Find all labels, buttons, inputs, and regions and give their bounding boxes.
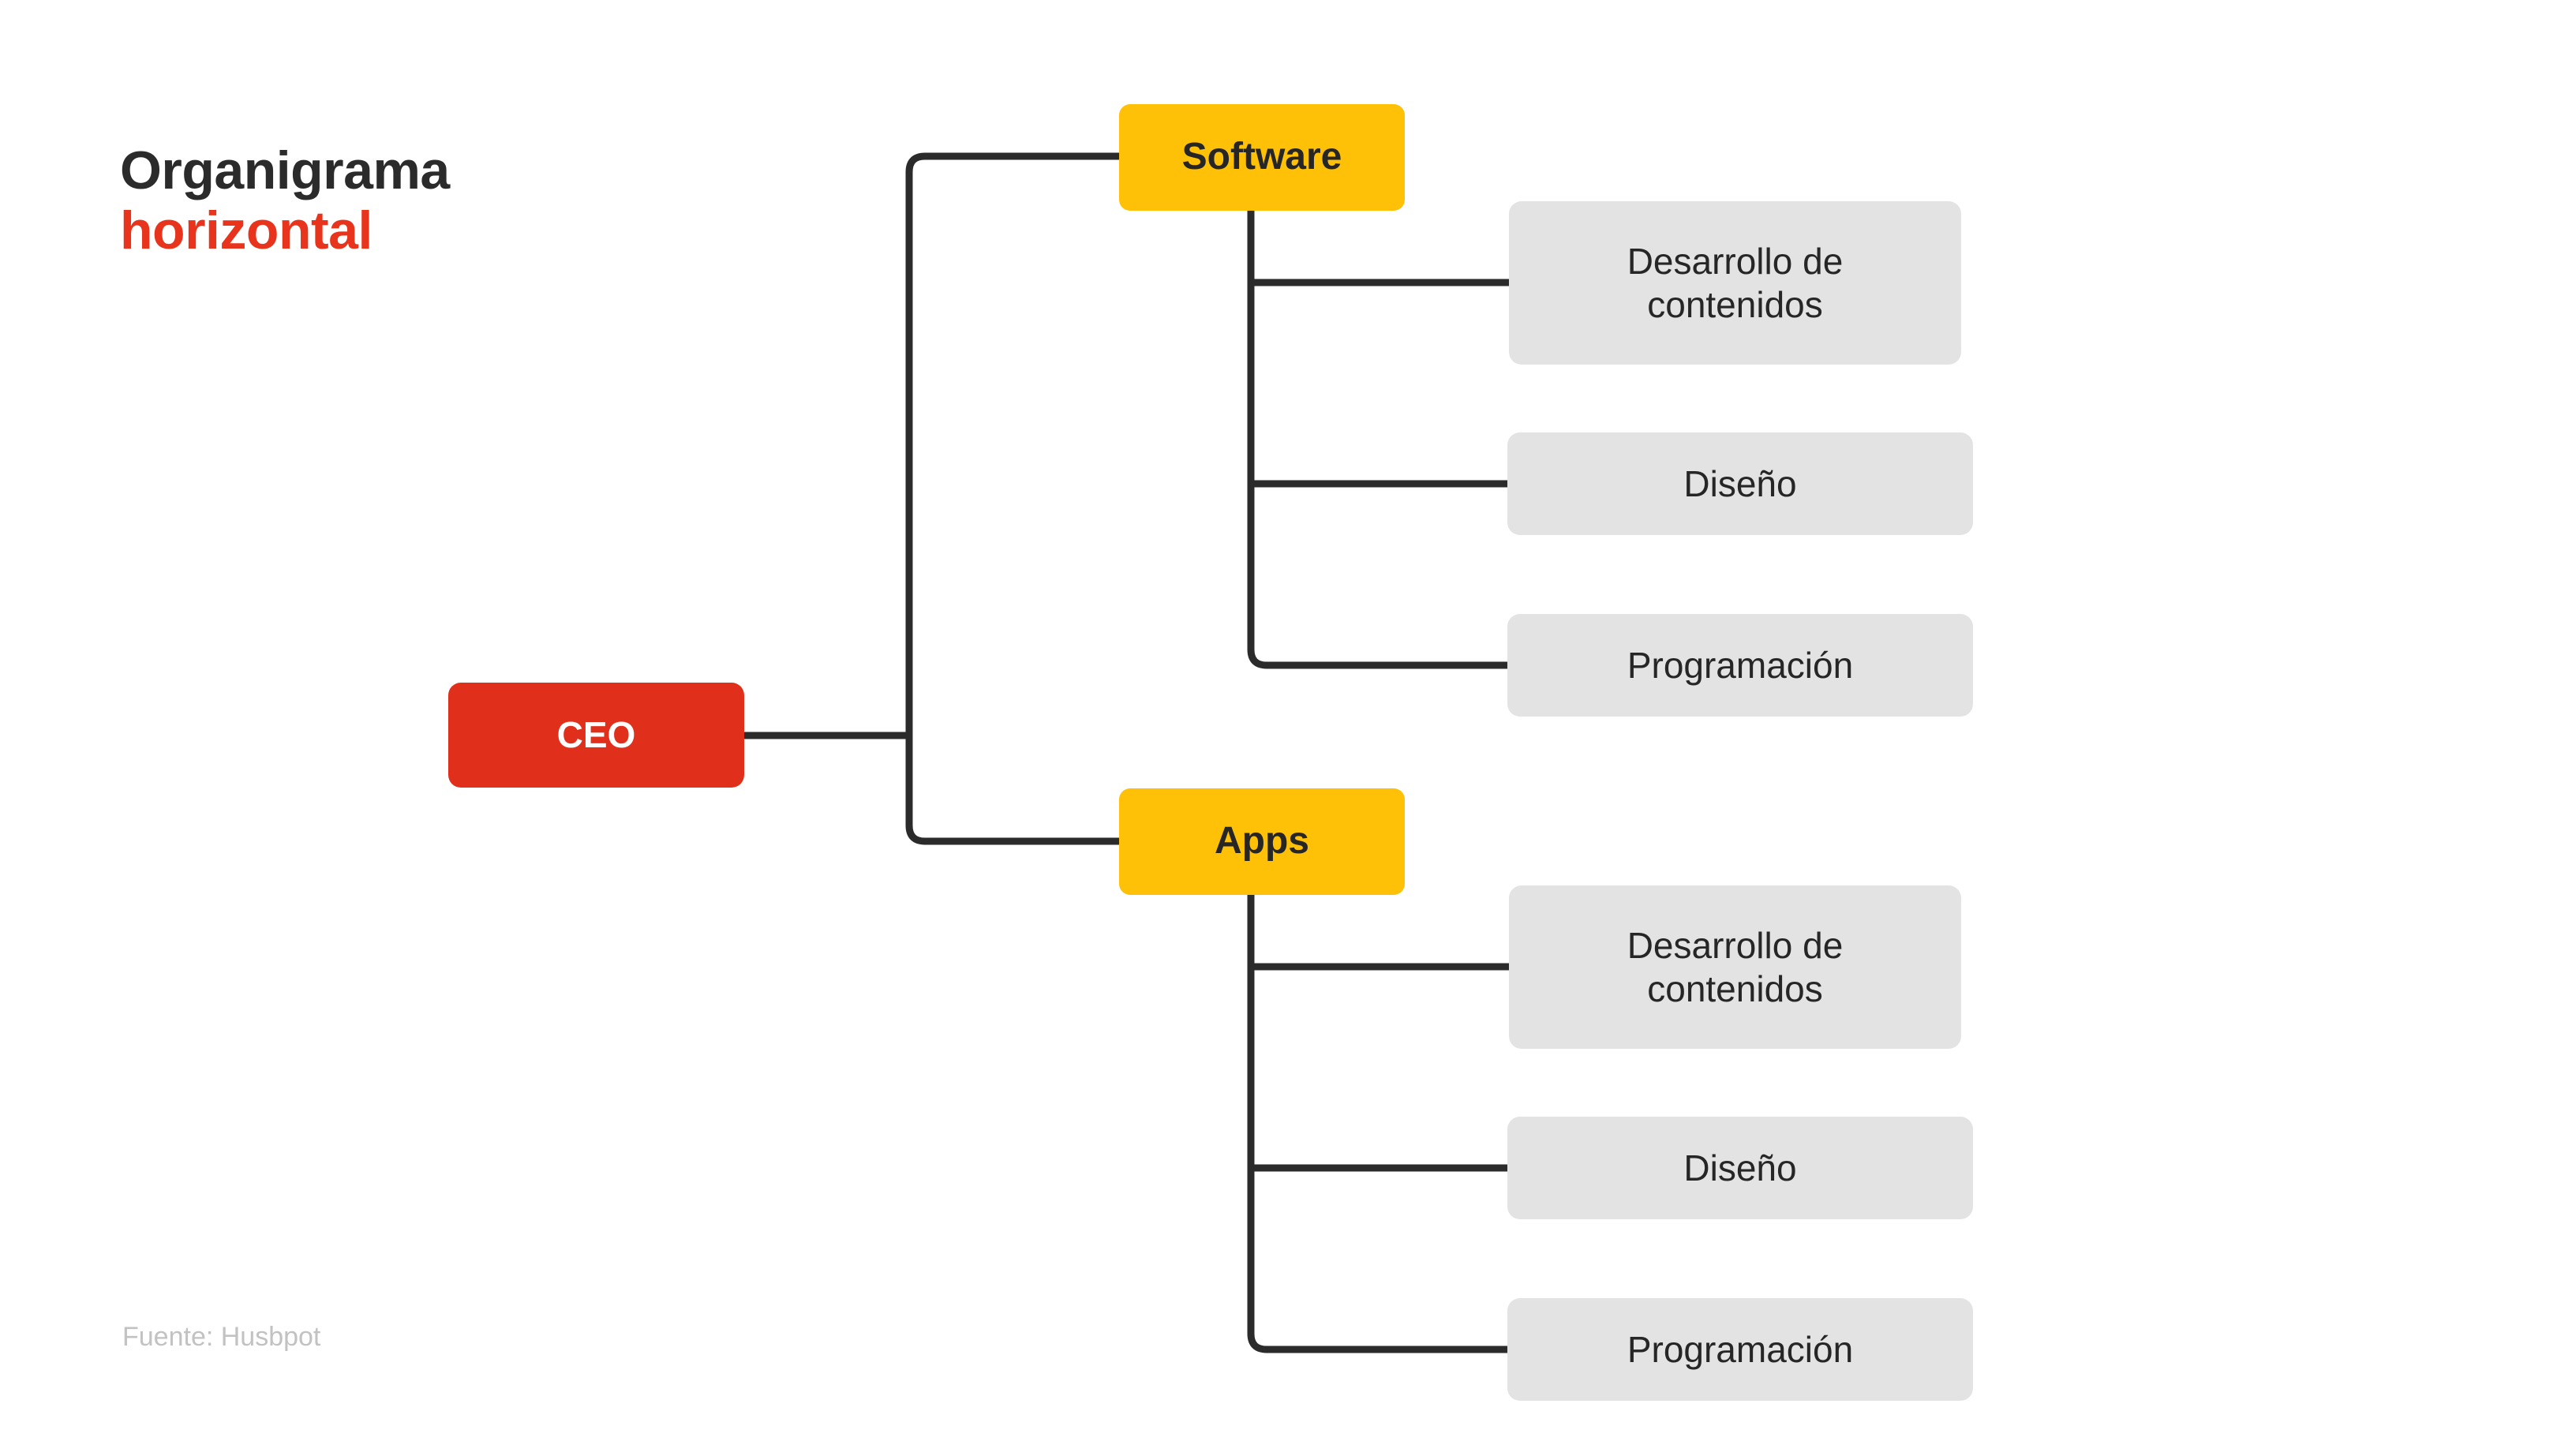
node-ceo[interactable]: CEO: [448, 683, 744, 788]
node-apps-programacion[interactable]: Programación: [1507, 1298, 1973, 1401]
node-software-desarrollo-label: Desarrollo de contenidos: [1627, 240, 1844, 326]
connector-trunk-branches: [905, 152, 1119, 845]
label-line-2: contenidos: [1647, 968, 1823, 1009]
node-software-desarrollo[interactable]: Desarrollo de contenidos: [1509, 201, 1961, 365]
node-ceo-label: CEO: [556, 714, 636, 756]
node-apps-label: Apps: [1215, 820, 1309, 863]
node-software[interactable]: Software: [1119, 104, 1405, 211]
source-note: Fuente: Husbpot: [122, 1322, 321, 1352]
node-software-programacion-label: Programación: [1627, 644, 1854, 686]
node-apps-desarrollo-label: Desarrollo de contenidos: [1627, 924, 1844, 1010]
org-chart-canvas: Organigrama horizontal CEO Software Desa…: [0, 0, 2557, 1456]
title-line-accent: horizontal: [120, 200, 373, 261]
page-title: Organigrama horizontal: [120, 140, 830, 260]
connector-apps-spine: [1247, 895, 1509, 1353]
node-apps-desarrollo[interactable]: Desarrollo de contenidos: [1509, 885, 1961, 1049]
label-line-1: Desarrollo de: [1627, 925, 1844, 967]
node-apps-programacion-label: Programación: [1627, 1328, 1854, 1370]
node-apps-diseno-label: Diseño: [1683, 1147, 1797, 1188]
node-software-diseno[interactable]: Diseño: [1507, 432, 1973, 535]
node-software-label: Software: [1181, 136, 1342, 178]
label-line-1: Desarrollo de: [1627, 241, 1844, 283]
node-software-diseno-label: Diseño: [1683, 462, 1797, 504]
node-apps-diseno[interactable]: Diseño: [1507, 1117, 1973, 1219]
title-line-primary: Organigrama: [120, 140, 450, 200]
node-apps[interactable]: Apps: [1119, 788, 1405, 895]
label-line-2: contenidos: [1647, 283, 1823, 325]
connector-software-spine: [1247, 211, 1509, 669]
node-software-programacion[interactable]: Programación: [1507, 614, 1973, 717]
